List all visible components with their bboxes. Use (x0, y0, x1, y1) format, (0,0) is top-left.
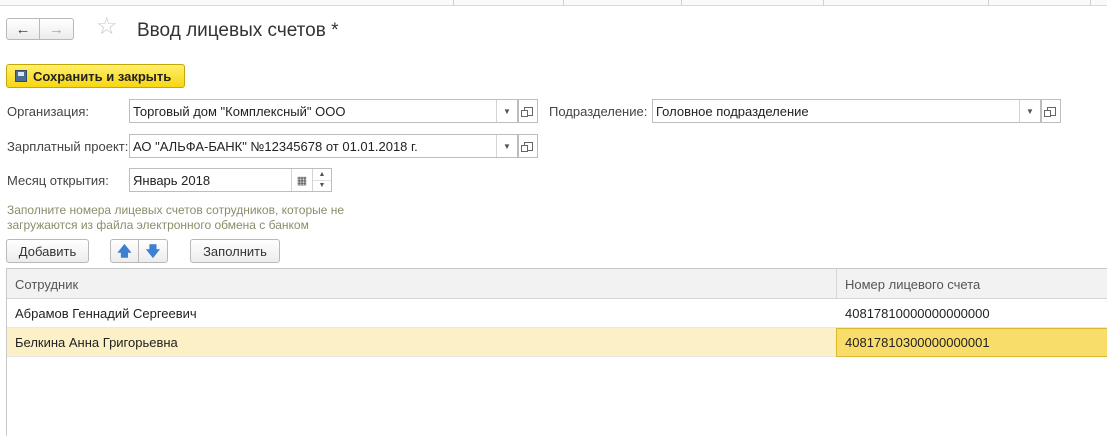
navigation-buttons: ← → (6, 18, 74, 40)
strip-divider (1090, 0, 1091, 5)
account-cell[interactable]: 40817810000000000000 (837, 299, 1107, 328)
stepper-up-icon[interactable]: ▲ (313, 169, 331, 181)
save-and-close-label: Сохранить и закрыть (33, 68, 172, 84)
page-title: Ввод лицевых счетов * (137, 20, 339, 41)
salary-project-open-button[interactable] (518, 134, 538, 158)
hint-text: Заполните номера лицевых счетов сотрудни… (7, 203, 345, 232)
move-buttons: 🡅 🡇 (110, 239, 168, 263)
organization-open-button[interactable] (518, 99, 538, 123)
salary-project-label: Зарплатный проект: (7, 139, 129, 154)
open-month-value: Январь 2018 (133, 172, 211, 188)
table-header: Сотрудник Номер лицевого счета (7, 269, 1107, 299)
accounts-table: Сотрудник Номер лицевого счета Абрамов Г… (6, 268, 1107, 436)
add-button[interactable]: Добавить (6, 239, 89, 263)
organization-value: Торговый дом "Комплексный" ООО (133, 103, 346, 119)
arrow-left-icon: ← (15, 20, 31, 38)
department-label: Подразделение: (549, 104, 648, 119)
star-icon[interactable]: ☆ (96, 15, 118, 39)
strip-divider (988, 0, 989, 5)
month-stepper[interactable]: ▲ ▼ (312, 169, 331, 191)
open-window-icon (520, 141, 533, 152)
chevron-down-icon[interactable]: ▼ (496, 135, 517, 157)
table-row[interactable]: Абрамов Геннадий Сергеевич 4081781000000… (7, 299, 1107, 328)
calendar-icon[interactable]: ▦ (291, 169, 312, 191)
open-month-field[interactable]: Январь 2018 ▦ ▲ ▼ (129, 168, 332, 192)
open-window-icon (520, 106, 533, 117)
save-and-close-button[interactable]: Сохранить и закрыть (6, 64, 186, 88)
arrow-down-icon: 🡇 (145, 243, 161, 259)
strip-divider (681, 0, 682, 5)
top-panel-strip (0, 0, 1107, 6)
column-header-account[interactable]: Номер лицевого счета (837, 269, 1107, 299)
move-up-button[interactable]: 🡅 (110, 239, 139, 263)
salary-project-field[interactable]: АО "АЛЬФА-БАНК" №12345678 от 01.01.2018 … (129, 134, 518, 158)
salary-project-value: АО "АЛЬФА-БАНК" №12345678 от 01.01.2018 … (133, 138, 418, 154)
organization-field[interactable]: Торговый дом "Комплексный" ООО ▼ (129, 99, 518, 123)
department-value: Головное подразделение (656, 103, 809, 119)
department-field[interactable]: Головное подразделение ▼ (652, 99, 1041, 123)
strip-divider (563, 0, 564, 5)
back-button[interactable]: ← (6, 18, 40, 40)
open-month-label: Месяц открытия: (7, 173, 109, 188)
column-header-employee[interactable]: Сотрудник (7, 269, 836, 299)
stepper-down-icon[interactable]: ▼ (313, 181, 331, 192)
move-down-button[interactable]: 🡇 (139, 239, 168, 263)
save-disk-icon (15, 70, 27, 82)
organization-label: Организация: (7, 104, 90, 119)
strip-divider (453, 0, 454, 5)
arrow-right-icon: → (49, 20, 64, 38)
fill-button[interactable]: Заполнить (190, 239, 280, 263)
open-window-icon (1043, 106, 1056, 117)
arrow-up-icon: 🡅 (117, 243, 132, 259)
employee-cell[interactable]: Абрамов Геннадий Сергеевич (7, 299, 836, 328)
employee-cell[interactable]: Белкина Анна Григорьевна (7, 328, 836, 357)
strip-divider (823, 0, 824, 5)
chevron-down-icon[interactable]: ▼ (1019, 100, 1040, 122)
account-cell-active[interactable]: 40817810300000000001 (836, 328, 1107, 357)
table-row-selected[interactable]: Белкина Анна Григорьевна 408178103000000… (7, 328, 1107, 357)
department-open-button[interactable] (1041, 99, 1061, 123)
forward-button[interactable]: → (40, 18, 74, 40)
chevron-down-icon[interactable]: ▼ (496, 100, 517, 122)
